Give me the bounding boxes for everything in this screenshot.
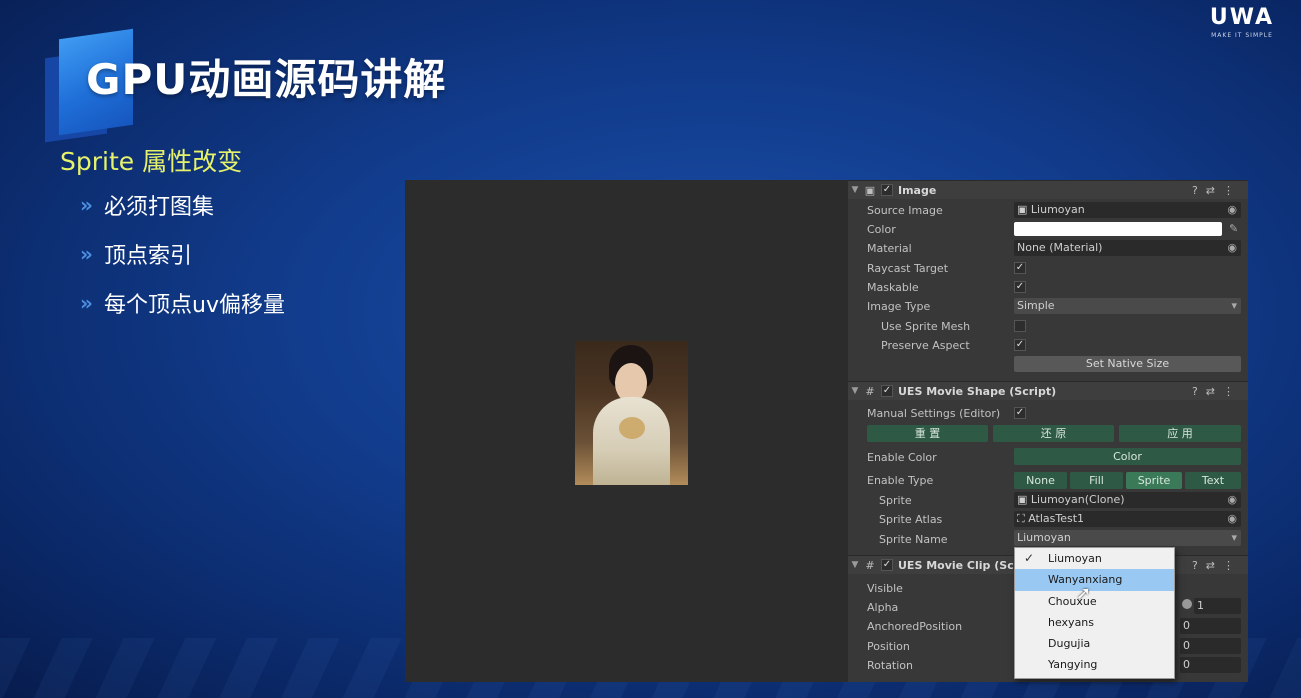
sprite-atlas-label: Sprite Atlas [879, 513, 943, 526]
alpha-label: Alpha [867, 601, 899, 614]
raycast-target-label: Raycast Target [867, 262, 949, 275]
dropdown-option[interactable]: Chouxue [1015, 591, 1174, 612]
raycast-target-checkbox[interactable]: ✓ [1014, 262, 1026, 274]
use-sprite-mesh-label: Use Sprite Mesh [881, 320, 971, 333]
component-header-icons[interactable]: ?⇄⋮ [1192, 559, 1248, 572]
bullet-list: » 必须打图集 » 顶点索引 » 每个顶点uv偏移量 [80, 190, 285, 337]
source-image-field[interactable]: ▣ Liumoyan ◉ [1014, 202, 1241, 218]
sprite-icon: ▣ [1017, 203, 1028, 216]
enable-type-none[interactable]: None [1014, 472, 1067, 489]
sprite-name-dropdown[interactable]: Liumoyan ▾ [1014, 530, 1241, 546]
image-type-label: Image Type [867, 300, 931, 313]
atlas-icon: ⛶ [1017, 512, 1025, 525]
source-image-label: Source Image [867, 204, 943, 217]
movie-shape-enabled-checkbox[interactable]: ✓ [881, 385, 893, 397]
sprite-name-label: Sprite Name [879, 533, 948, 546]
chevron-right-icon: » [80, 242, 93, 266]
maskable-label: Maskable [867, 281, 919, 294]
alpha-field[interactable]: 1 [1194, 598, 1241, 614]
dropdown-option[interactable]: Wanyanxiang [1015, 569, 1174, 591]
preserve-aspect-checkbox[interactable]: ✓ [1014, 339, 1026, 351]
material-label: Material [867, 242, 912, 255]
apply-button[interactable]: 应 用 [1119, 425, 1241, 442]
object-picker-icon[interactable]: ◉ [1227, 240, 1237, 256]
movie-clip-enabled-checkbox[interactable]: ✓ [881, 559, 893, 571]
chevron-right-icon: » [80, 193, 93, 217]
position-label: Position [867, 640, 910, 653]
sprite-icon: ▣ [1017, 493, 1028, 506]
rotation-field[interactable]: 0 [1180, 657, 1241, 673]
chevron-down-icon: ▾ [1231, 531, 1237, 544]
image-component-icon: ▣ [864, 183, 876, 197]
visible-label: Visible [867, 582, 903, 595]
sprite-field[interactable]: ▣ Liumoyan(Clone) ◉ [1014, 492, 1241, 508]
sprite-name-dropdown-menu[interactable]: ✓ Liumoyan Wanyanxiang Chouxue hexyans D… [1014, 547, 1175, 679]
component-header-icons[interactable]: ?⇄⋮ [1192, 385, 1248, 398]
position-field[interactable]: 0 [1180, 638, 1241, 654]
object-picker-icon[interactable]: ◉ [1227, 202, 1237, 218]
manual-settings-checkbox[interactable]: ✓ [1014, 407, 1026, 419]
bullet-text: 每个顶点uv偏移量 [104, 293, 285, 318]
enable-type-fill[interactable]: Fill [1070, 472, 1123, 489]
rotation-label: Rotation [867, 659, 914, 672]
chevron-right-icon: » [80, 291, 93, 315]
eyedropper-icon[interactable]: ✎ [1229, 222, 1238, 235]
preserve-aspect-label: Preserve Aspect [881, 339, 970, 352]
fold-arrow-icon[interactable]: ▼ [848, 185, 862, 195]
restore-button[interactable]: 还 原 [993, 425, 1114, 442]
movie-shape-header[interactable]: ▼ # ✓ UES Movie Shape (Script) ?⇄⋮ [848, 381, 1248, 400]
enable-color-label: Enable Color [867, 451, 937, 464]
slide-subtitle: Sprite 属性改变 [60, 147, 243, 176]
manual-settings-label: Manual Settings (Editor) [867, 407, 1001, 420]
maskable-checkbox[interactable]: ✓ [1014, 281, 1026, 293]
brand-tagline: MAKE IT SIMPLE [1211, 32, 1273, 39]
image-type-dropdown[interactable]: Simple ▾ [1014, 298, 1241, 314]
enable-type-sprite[interactable]: Sprite [1126, 472, 1182, 489]
anchored-position-field[interactable]: 0 [1180, 618, 1241, 634]
dropdown-option[interactable]: hexyans [1015, 612, 1174, 633]
chevron-down-icon: ▾ [1231, 299, 1237, 312]
reset-button[interactable]: 重 置 [867, 425, 988, 442]
use-sprite-mesh-checkbox[interactable] [1014, 320, 1026, 332]
script-icon: # [865, 384, 875, 398]
set-native-size-button[interactable]: Set Native Size [1014, 356, 1241, 372]
bullet-text: 必须打图集 [104, 195, 215, 220]
brand-logo: UWA MAKE IT SIMPLE [1197, 4, 1287, 39]
mouse-cursor-icon: ➚ [1076, 583, 1092, 604]
object-picker-icon[interactable]: ◉ [1227, 492, 1237, 508]
script-icon: # [865, 558, 875, 572]
sprite-atlas-field[interactable]: ⛶ AtlasTest1 ◉ [1014, 511, 1241, 527]
dropdown-option[interactable]: Yangying [1015, 654, 1174, 675]
bullet-item: » 每个顶点uv偏移量 [80, 288, 285, 318]
slide-title: GPU动画源码讲解 [86, 55, 447, 104]
color-swatch[interactable] [1014, 222, 1222, 236]
component-header-icons[interactable]: ?⇄⋮ [1192, 184, 1248, 197]
component-name: UES Movie Shape (Script) [898, 384, 1057, 398]
component-name: Image [898, 183, 937, 197]
fold-arrow-icon[interactable]: ▼ [848, 386, 862, 396]
enable-type-label: Enable Type [867, 474, 934, 487]
dropdown-option[interactable]: ✓ Liumoyan [1015, 548, 1174, 569]
anchored-position-label: AnchoredPosition [867, 620, 963, 633]
brand-name: UWA [1209, 5, 1275, 30]
enable-type-text[interactable]: Text [1185, 472, 1241, 489]
object-picker-icon[interactable]: ◉ [1227, 511, 1237, 527]
image-component-header[interactable]: ▼ ▣ ✓ Image ?⇄⋮ [848, 180, 1248, 199]
image-enabled-checkbox[interactable]: ✓ [881, 184, 893, 196]
color-label: Color [867, 223, 896, 236]
fold-arrow-icon[interactable]: ▼ [848, 560, 862, 570]
bullet-item: » 顶点索引 [80, 239, 285, 269]
game-viewport [405, 180, 848, 682]
character-sprite-image [575, 341, 688, 485]
dropdown-option[interactable]: Dugujia [1015, 633, 1174, 654]
bullet-item: » 必须打图集 [80, 190, 285, 220]
checkmark-icon: ✓ [1024, 551, 1035, 565]
material-field[interactable]: None (Material) ◉ [1014, 240, 1241, 256]
sprite-label: Sprite [879, 494, 912, 507]
enable-color-button[interactable]: Color [1014, 448, 1241, 465]
bullet-text: 顶点索引 [104, 244, 193, 269]
slider-handle[interactable] [1182, 599, 1192, 609]
